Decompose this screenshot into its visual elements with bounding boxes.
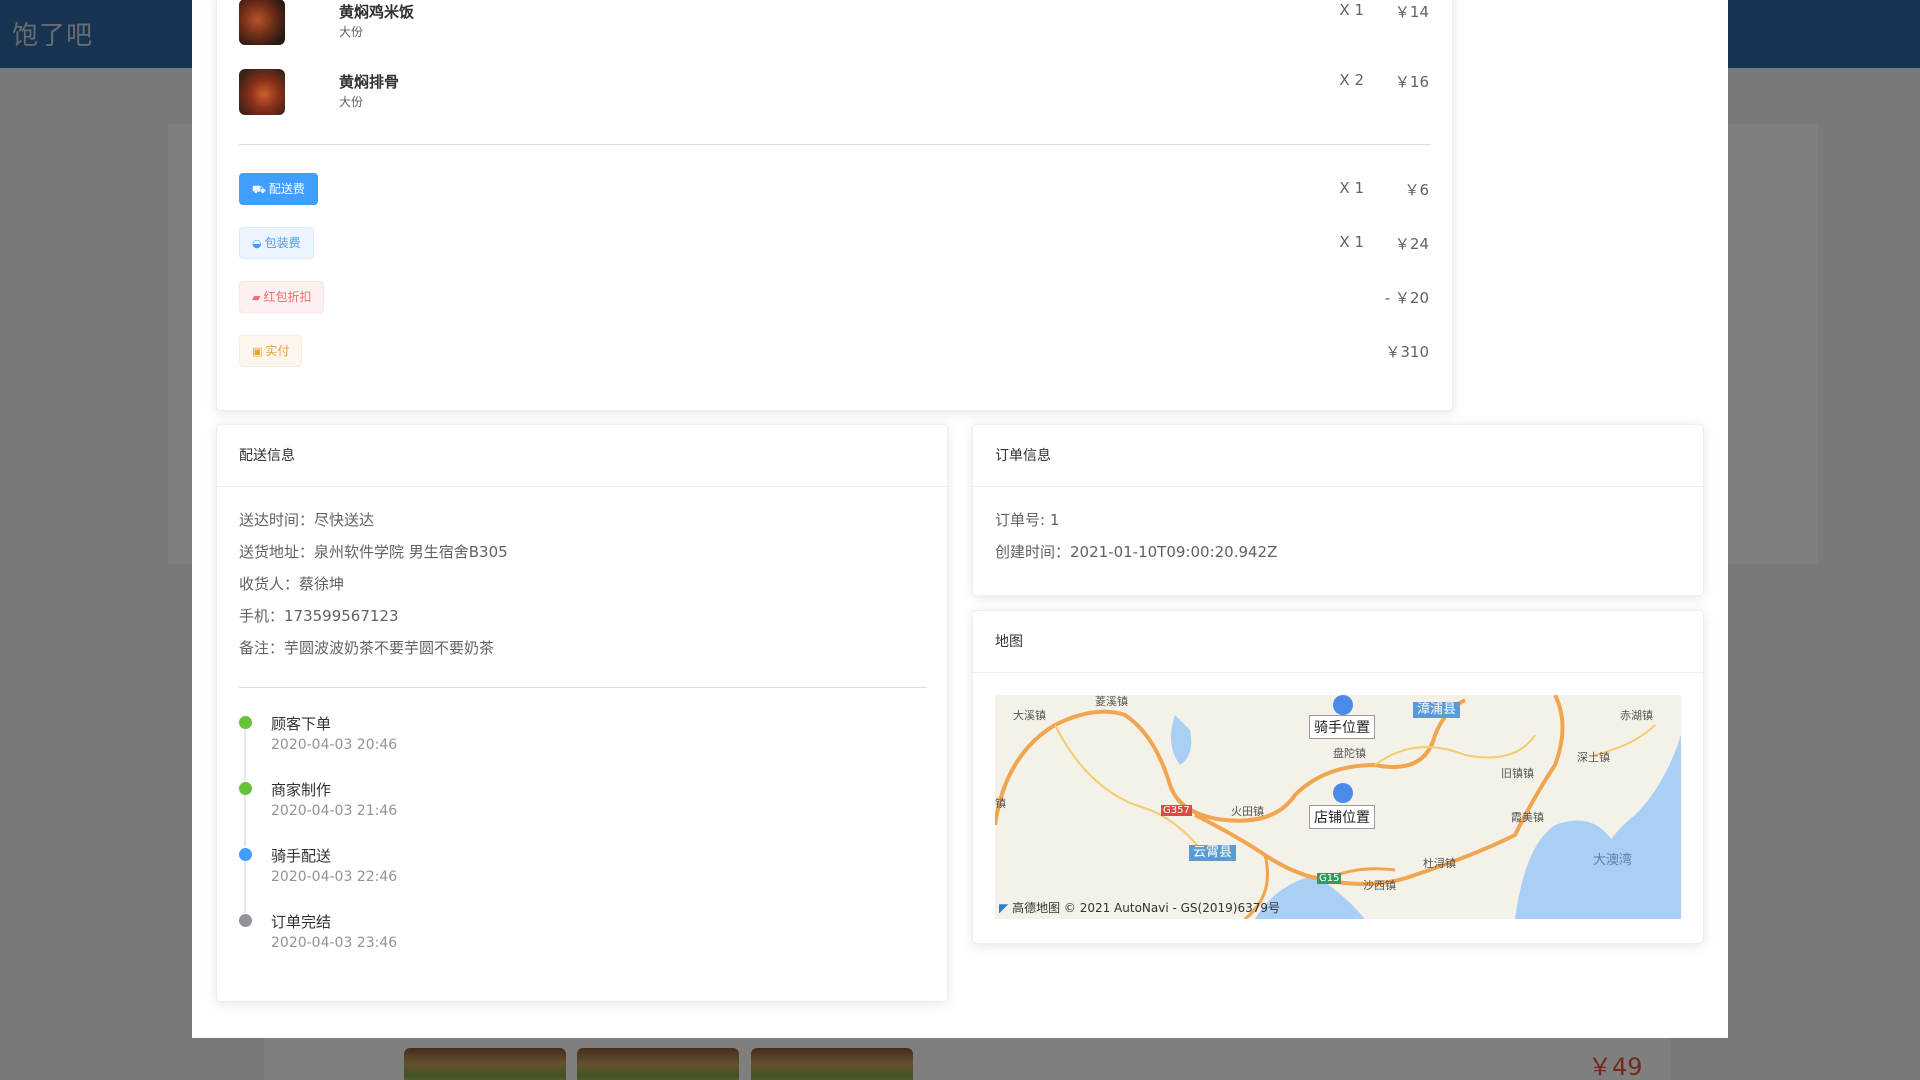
- wallet-icon: ▣: [252, 345, 263, 358]
- delivery-time: 送达时间：尽快送达: [239, 511, 375, 529]
- redpack-tag: ▰ 红包折扣: [239, 281, 325, 313]
- road-sign: G357: [1161, 805, 1192, 816]
- food-quantity: X 1: [1339, 1, 1364, 19]
- redpack-price: - ￥20: [1384, 289, 1429, 307]
- fee-row-package: ◒ 包装费 X 1 ￥24: [239, 227, 1429, 259]
- delivery-receiver: 收货人：蔡徐坤: [239, 575, 345, 593]
- lock-icon: ▰: [252, 291, 261, 304]
- map-place-label: 旧镇镇: [1501, 767, 1534, 780]
- items-divider: [239, 144, 1431, 145]
- amap-logo-icon: ◤: [999, 901, 1009, 915]
- truck-icon: ⛟: [252, 183, 266, 196]
- timeline-item: 顾客下单 2020-04-03 20:46: [239, 713, 839, 781]
- delivery-fee-tag: ⛟ 配送费: [239, 173, 318, 205]
- timeline-dot: [239, 848, 252, 861]
- order-item-row: 黄焖鸡米饭 大份 X 1 ￥14: [239, 0, 1429, 49]
- map-county-label: 漳浦县: [1413, 702, 1461, 718]
- food-price: ￥16: [1394, 73, 1429, 91]
- redpack-label: 红包折扣: [263, 290, 312, 304]
- order-created-time: 创建时间：2021-01-10T09:00:20.942Z: [995, 543, 1278, 561]
- timeline-time: 2020-04-03 23:46: [271, 935, 398, 951]
- delivery-divider: [239, 687, 927, 688]
- delivery-fee-label: 配送费: [268, 182, 305, 196]
- timeline-title: 商家制作: [271, 781, 332, 799]
- food-quantity: X 2: [1339, 71, 1364, 89]
- package-fee-quantity: X 1: [1339, 233, 1364, 251]
- paid-price: ￥310: [1385, 343, 1429, 361]
- rider-location-label: 骑手位置: [1309, 715, 1375, 739]
- delivery-fee-price: ￥6: [1404, 181, 1429, 199]
- package-fee-tag: ◒ 包装费: [239, 227, 314, 259]
- timeline-connector: [244, 795, 246, 847]
- map-place-label: 大溪镇: [1013, 709, 1046, 722]
- food-price: ￥14: [1394, 3, 1429, 21]
- timeline-item: 骑手配送 2020-04-03 22:46: [239, 845, 839, 913]
- timeline-time: 2020-04-03 21:46: [271, 803, 398, 819]
- delivery-card-title: 配送信息: [217, 425, 947, 487]
- delivery-fee-quantity: X 1: [1339, 179, 1364, 197]
- rider-marker[interactable]: [1333, 695, 1353, 715]
- timeline-dot: [239, 782, 252, 795]
- fee-row-delivery: ⛟ 配送费 X 1 ￥6: [239, 173, 1429, 205]
- timeline-connector: [244, 861, 246, 913]
- map-copyright-text: 高德地图 © 2021 AutoNavi - GS(2019)6379号: [1012, 901, 1280, 915]
- shop-marker[interactable]: [1333, 783, 1353, 803]
- bowl-icon: ◒: [252, 237, 262, 250]
- map-place-label: 盘陀镇: [1333, 747, 1366, 760]
- road-sign: G15: [1317, 873, 1342, 884]
- food-spec: 大份: [339, 25, 364, 39]
- food-image: [239, 0, 285, 45]
- delivery-note: 备注：芋圆波波奶茶不要芋圆不要奶茶: [239, 639, 495, 657]
- timeline-title: 骑手配送: [271, 847, 332, 865]
- timeline-title: 顾客下单: [271, 715, 332, 733]
- fee-row-redpack: ▰ 红包折扣 - ￥20: [239, 281, 1429, 313]
- food-name: 黄焖排骨: [339, 73, 400, 91]
- delivery-phone: 手机：173599567123: [239, 607, 399, 625]
- map-place-label: 深土镇: [1577, 751, 1610, 764]
- timeline-dot: [239, 914, 252, 927]
- order-items-card: 黄焖鸡米饭 大份 X 1 ￥14 黄焖排骨 大份 X 2 ￥16 ⛟ 配送费 X …: [216, 0, 1453, 411]
- map-place-label: 赤湖镇: [1620, 709, 1653, 722]
- order-item-row: 黄焖排骨 大份 X 2 ￥16: [239, 69, 1429, 119]
- map-place-label: 菱溪镇: [1095, 695, 1128, 708]
- map-copyright: ◤ 高德地图 © 2021 AutoNavi - GS(2019)6379号: [999, 899, 1280, 916]
- shop-location-label: 店铺位置: [1309, 805, 1375, 829]
- timeline-connector: [244, 729, 246, 781]
- delivery-info-card: 配送信息 送达时间：尽快送达 送货地址：泉州软件学院 男生宿舍B305 收货人：…: [216, 424, 948, 1002]
- timeline-dot: [239, 716, 252, 729]
- map-place-label: 霞美镇: [1511, 811, 1544, 824]
- map-place-label: 大澳湾: [1593, 853, 1633, 868]
- map-view[interactable]: 大溪镇 菱溪镇 镇 漳浦县 赤湖镇 深土镇 盘陀镇 旧镇镇 火田镇 云霄县 霞美…: [995, 695, 1681, 919]
- food-spec: 大份: [339, 95, 364, 109]
- timeline-time: 2020-04-03 20:46: [271, 737, 398, 753]
- timeline-item: 商家制作 2020-04-03 21:46: [239, 779, 839, 847]
- food-image: [239, 69, 285, 115]
- food-name: 黄焖鸡米饭: [339, 3, 415, 21]
- delivery-address: 送货地址：泉州软件学院 男生宿舍B305: [239, 543, 508, 561]
- map-place-label: 镇: [995, 797, 1006, 810]
- fee-row-paid: ▣ 实付 ￥310: [239, 335, 1429, 367]
- order-card-title: 订单信息: [973, 425, 1703, 487]
- paid-label: 实付: [265, 344, 290, 358]
- order-number: 订单号: 1: [995, 511, 1060, 529]
- package-fee-price: ￥24: [1394, 235, 1429, 253]
- timeline-item: 订单完结 2020-04-03 23:46: [239, 911, 839, 977]
- paid-tag: ▣ 实付: [239, 335, 303, 367]
- package-fee-label: 包装费: [264, 236, 301, 250]
- map-county-label: 云霄县: [1189, 845, 1237, 861]
- timeline-title: 订单完结: [271, 913, 332, 931]
- order-info-card: 订单信息 订单号: 1 创建时间：2021-01-10T09:00:20.942…: [972, 424, 1704, 596]
- map-card-title: 地图: [973, 611, 1703, 673]
- map-place-label: 火田镇: [1231, 805, 1264, 818]
- map-place-label: 沙西镇: [1363, 879, 1396, 892]
- map-place-label: 杜浔镇: [1423, 857, 1456, 870]
- map-card: 地图 大溪镇 菱溪镇 镇 漳浦县 赤湖镇 深土镇 盘陀镇 旧镇镇 火田镇 云霄县…: [972, 610, 1704, 944]
- timeline-time: 2020-04-03 22:46: [271, 869, 398, 885]
